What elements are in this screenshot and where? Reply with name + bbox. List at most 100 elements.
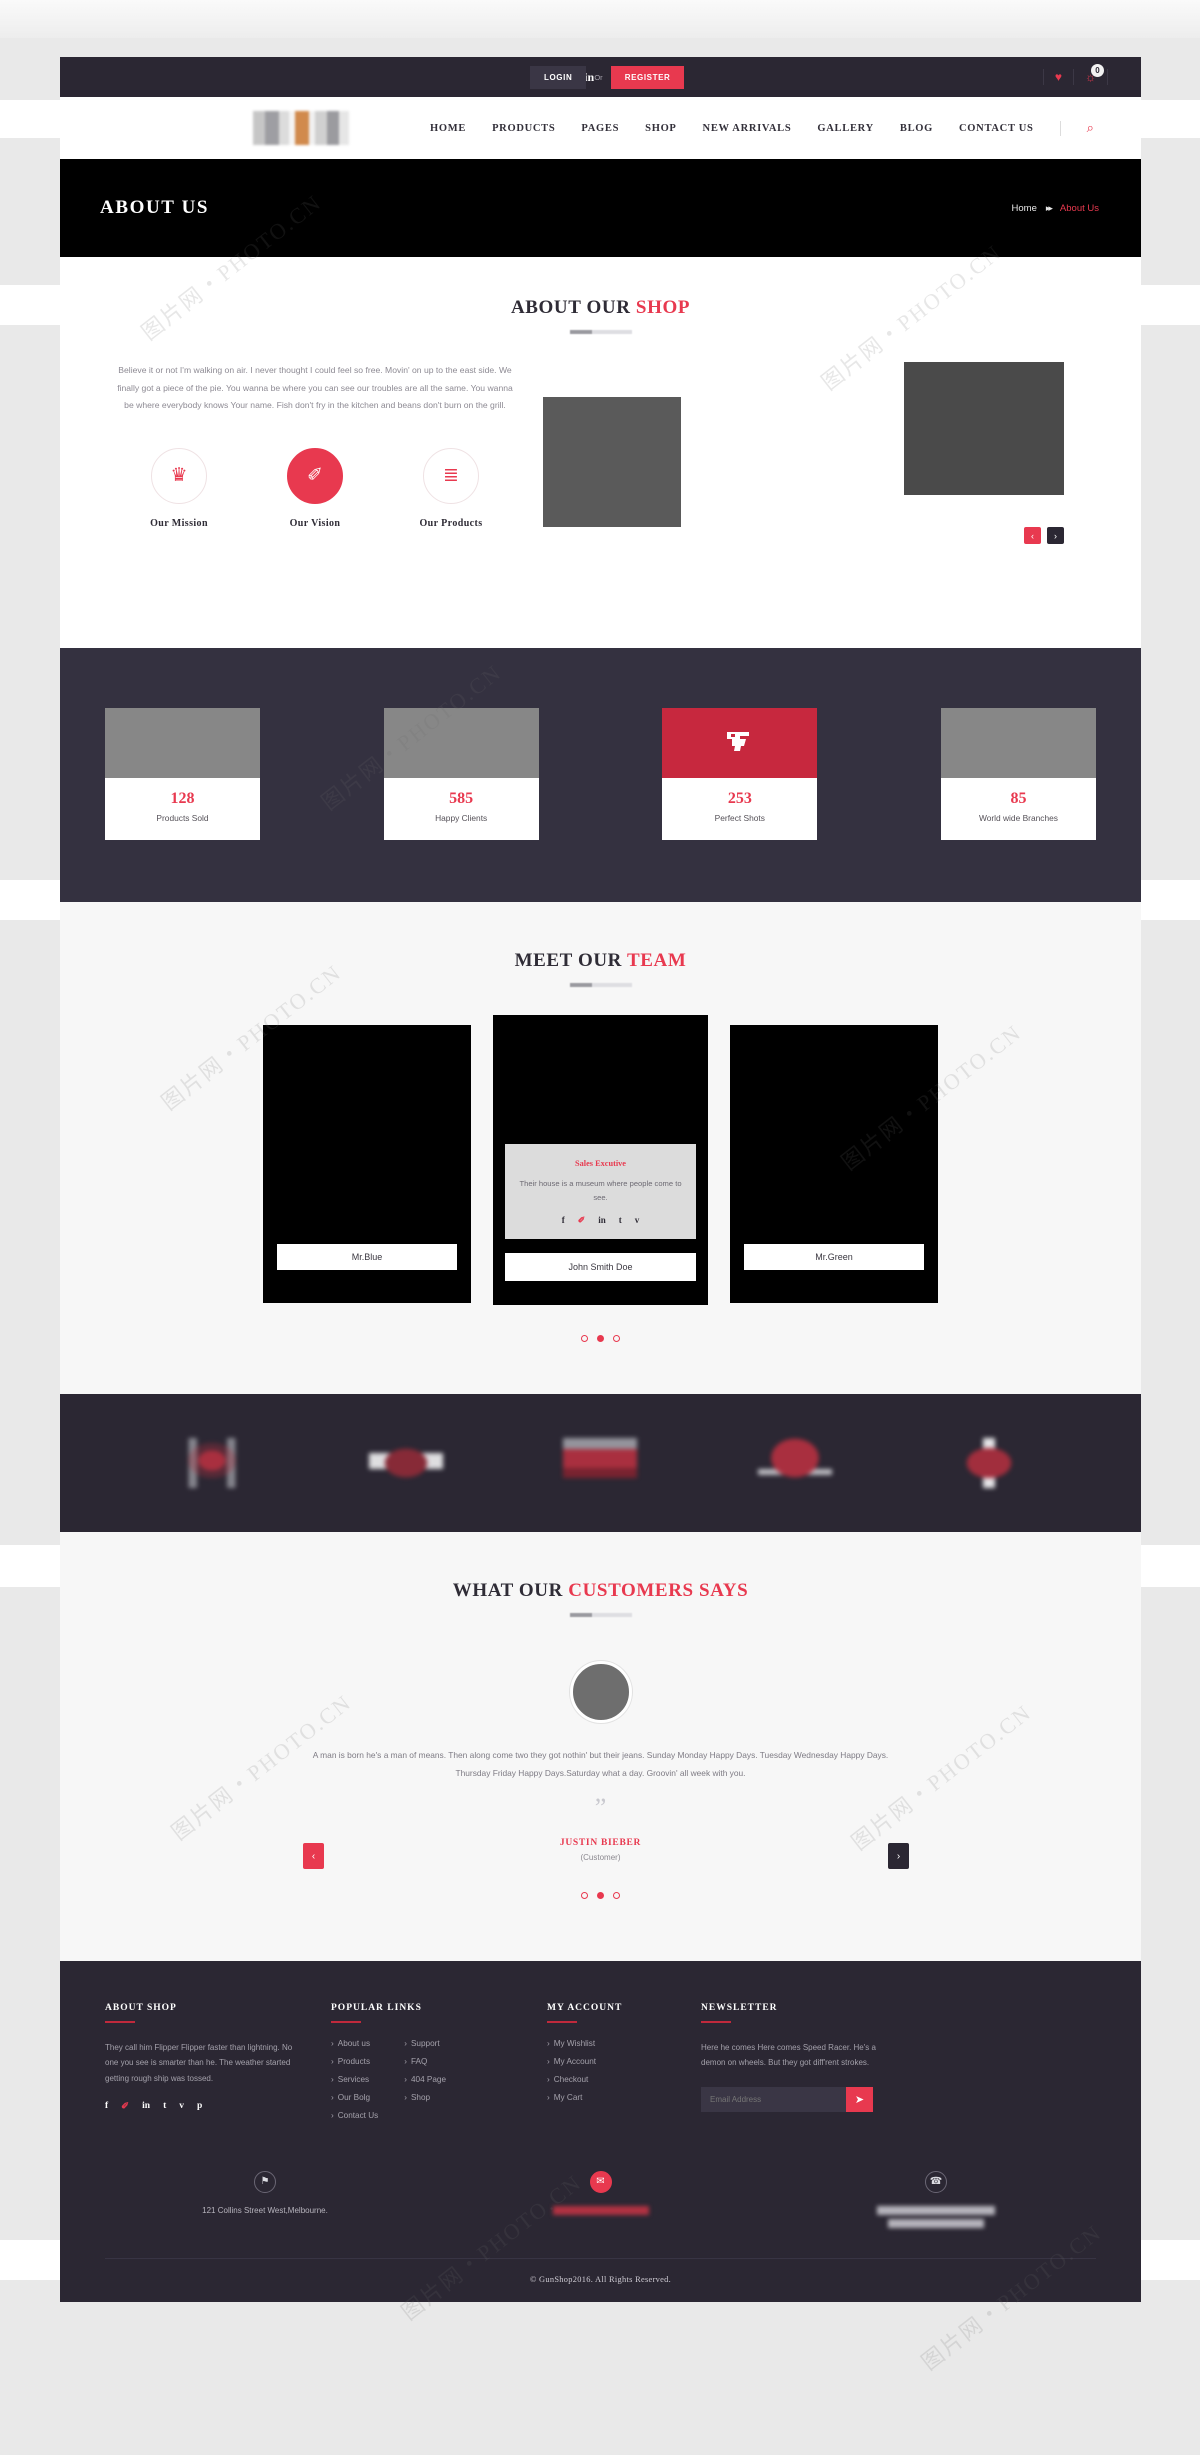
- pinterest-icon[interactable]: p: [197, 2101, 202, 2112]
- slider-prev-button[interactable]: ‹: [1024, 527, 1041, 544]
- nav-item-home[interactable]: HOME: [430, 123, 466, 134]
- linkedin-icon[interactable]: in: [142, 2101, 150, 2112]
- slider-dot-active[interactable]: [597, 1335, 604, 1342]
- slider-next-button[interactable]: ›: [1047, 527, 1064, 544]
- login-button[interactable]: LOGIN: [530, 65, 587, 89]
- mail-icon: ✉: [589, 2170, 612, 2193]
- site-logo[interactable]: [253, 111, 349, 145]
- footer-phone-text-redacted: [877, 2205, 995, 2215]
- team-member-role: Sales Excutive: [575, 1159, 626, 1169]
- register-button[interactable]: REGISTER: [610, 65, 685, 89]
- title-underline: [701, 2020, 731, 2023]
- nav-item-products[interactable]: PRODUCTS: [492, 123, 555, 134]
- brand-logo-4[interactable]: [757, 1438, 832, 1488]
- brand-logo-3[interactable]: [563, 1438, 638, 1488]
- trophy-icon: ♛: [151, 447, 207, 504]
- testimonial-next-button[interactable]: ›: [888, 1843, 909, 1869]
- team-member-card[interactable]: Mr.Blue: [263, 1025, 471, 1303]
- brand-logo-1[interactable]: [175, 1438, 250, 1488]
- feature-our-products[interactable]: ≣ Our Products: [391, 447, 511, 529]
- nav-item-pages[interactable]: PAGES: [581, 123, 619, 134]
- list-item[interactable]: › My Wishlist: [547, 2039, 596, 2048]
- facebook-icon[interactable]: f: [562, 1215, 565, 1226]
- vimeo-icon[interactable]: v: [179, 2101, 184, 2112]
- chevron-right-icon: ›: [404, 2038, 407, 2048]
- quote-mark-icon: ”: [594, 1793, 607, 1823]
- brand-logos-section: [60, 1394, 1141, 1532]
- list-item[interactable]: › FAQ: [404, 2057, 446, 2066]
- nav-item-new-arrivals[interactable]: NEW ARRIVALS: [703, 123, 792, 134]
- footer-account-title: MY ACCOUNT: [547, 2002, 623, 2013]
- slider-dot[interactable]: [613, 1891, 620, 1899]
- team-member-overlay: Sales Excutive Their house is a museum w…: [505, 1144, 696, 1239]
- footer-contact-info: ⚑ 121 Collins Street West,Melbourne. ✉ ☎: [105, 2170, 1096, 2258]
- team-member-name: Mr.Blue: [277, 1244, 457, 1270]
- list-item[interactable]: › My Cart: [547, 2093, 596, 2102]
- twitter-icon[interactable]: ✐: [121, 2101, 129, 2112]
- newsletter-submit-button[interactable]: ➤: [846, 2087, 873, 2113]
- team-member-card[interactable]: Mr.Green: [730, 1025, 938, 1303]
- counter-card: 128 Products Sold: [105, 708, 260, 840]
- nav-item-shop[interactable]: SHOP: [645, 123, 676, 134]
- nav-item-gallery[interactable]: GALLERY: [817, 123, 873, 134]
- title-underline: [105, 2020, 135, 2023]
- feature-our-vision[interactable]: ✐ Our Vision: [255, 447, 375, 529]
- chevron-right-icon: ›: [331, 2074, 334, 2084]
- brand-logo-5[interactable]: [951, 1438, 1026, 1488]
- about-heading-accent: SHOP: [635, 297, 691, 318]
- feature-label: Our Mission: [150, 517, 208, 529]
- slider-dot[interactable]: [613, 1335, 620, 1342]
- team-member-card[interactable]: Sales Excutive Their house is a museum w…: [493, 1015, 708, 1305]
- counter-label: Perfect Shots: [714, 813, 765, 823]
- counter-card: 585 Happy Clients: [383, 708, 539, 840]
- list-item[interactable]: › Products: [331, 2057, 378, 2066]
- link-label: Checkout: [553, 2074, 589, 2084]
- facebook-icon[interactable]: f: [105, 2101, 108, 2112]
- cart-icon[interactable]: ☼ 0: [1085, 64, 1104, 83]
- heading-underline: [569, 330, 632, 334]
- breadcrumb-home[interactable]: Home: [1012, 203, 1037, 214]
- footer-about-text: They call him Flipper Flipper faster tha…: [105, 2042, 293, 2084]
- footer-address-block: ⚑ 121 Collins Street West,Melbourne.: [150, 2170, 380, 2215]
- tumblr-icon[interactable]: t: [619, 1215, 622, 1226]
- brand-logo-2[interactable]: [369, 1438, 444, 1488]
- testimonial-author-role: (Customer): [580, 1852, 621, 1862]
- list-item[interactable]: › 404 Page: [404, 2075, 446, 2084]
- or-label: Or: [594, 72, 603, 82]
- list-item[interactable]: › Contact Us: [331, 2111, 378, 2120]
- testimonial-prev-button[interactable]: ‹: [303, 1843, 324, 1869]
- tumblr-icon[interactable]: t: [163, 2101, 166, 2112]
- gun-glyph: [726, 732, 749, 751]
- team-heading-accent: TEAM: [626, 950, 687, 971]
- linkedin-icon[interactable]: in: [598, 1215, 606, 1226]
- wishlist-icon[interactable]: ♥: [1055, 71, 1062, 83]
- chevron-right-icon: ▸▸: [1045, 202, 1053, 213]
- list-item[interactable]: › Services: [331, 2075, 378, 2084]
- feature-our-mission[interactable]: ♛ Our Mission: [119, 447, 239, 529]
- link-label: My Account: [553, 2056, 597, 2066]
- slider-dot[interactable]: [581, 1891, 588, 1899]
- twitter-icon[interactable]: ✐: [578, 1215, 586, 1226]
- email-input[interactable]: [701, 2087, 846, 2113]
- search-icon[interactable]: ⌕: [1087, 120, 1094, 136]
- list-item[interactable]: › Support: [404, 2039, 446, 2048]
- list-item[interactable]: › Our Bolg: [331, 2093, 378, 2102]
- link-label: My Cart: [553, 2092, 583, 2102]
- cart-count-badge: 0: [1091, 64, 1104, 77]
- slider-dot-active[interactable]: [597, 1891, 604, 1899]
- list-item[interactable]: › Checkout: [547, 2075, 596, 2084]
- vimeo-icon[interactable]: v: [635, 1215, 640, 1226]
- list-item[interactable]: › About us: [331, 2039, 378, 2048]
- heading-underline: [569, 1613, 632, 1617]
- about-features: ♛ Our Mission ✐ Our Vision ≣ Our Product…: [105, 447, 525, 529]
- counter-body: 253 Perfect Shots: [662, 778, 817, 840]
- list-item[interactable]: › My Account: [547, 2057, 596, 2066]
- about-photo-back: [904, 362, 1064, 495]
- team-grid: Mr.Blue Sales Excutive Their house is a …: [60, 1015, 1141, 1305]
- footer-phone-text-redacted-2: [888, 2218, 984, 2228]
- nav-item-contact-us[interactable]: CONTACT US: [959, 123, 1034, 134]
- nav-item-blog[interactable]: BLOG: [900, 123, 933, 134]
- list-item[interactable]: › Shop: [404, 2093, 446, 2102]
- counter-label: Products Sold: [156, 813, 209, 823]
- slider-dot[interactable]: [581, 1335, 588, 1342]
